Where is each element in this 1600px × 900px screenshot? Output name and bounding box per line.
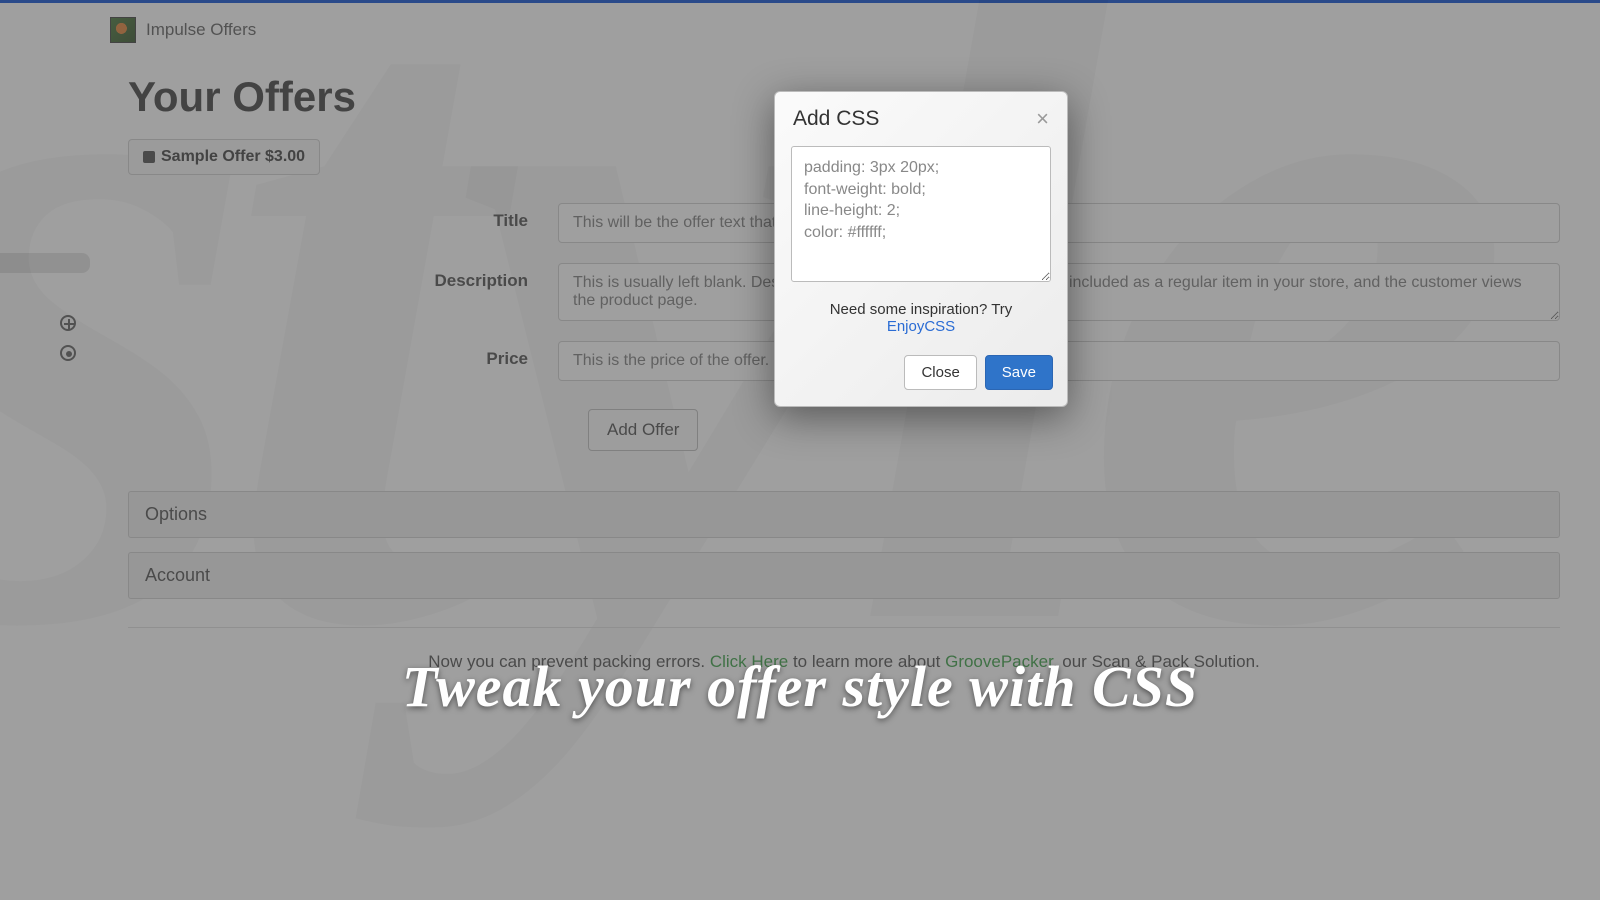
- enjoycss-link[interactable]: EnjoyCSS: [887, 318, 955, 335]
- close-icon[interactable]: ×: [1036, 106, 1049, 132]
- modal-header: Add CSS ×: [775, 92, 1067, 142]
- promo-tagline: Tweak your offer style with CSS: [0, 653, 1600, 720]
- modal-footer: Close Save: [775, 341, 1067, 406]
- modal-title: Add CSS: [793, 107, 879, 131]
- modal-hint: Need some inspiration? Try EnjoyCSS: [791, 301, 1051, 335]
- modal-body: Need some inspiration? Try EnjoyCSS: [775, 142, 1067, 341]
- css-textarea[interactable]: [791, 146, 1051, 282]
- hint-pre: Need some inspiration? Try: [830, 301, 1013, 318]
- add-css-modal: Add CSS × Need some inspiration? Try Enj…: [774, 91, 1068, 407]
- close-button[interactable]: Close: [904, 355, 976, 390]
- save-button[interactable]: Save: [985, 355, 1053, 390]
